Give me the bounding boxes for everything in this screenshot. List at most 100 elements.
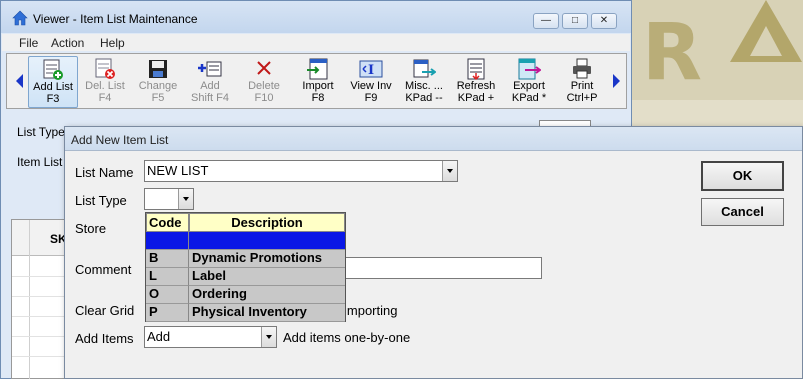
- background-list-type-label: List Type: [17, 125, 65, 139]
- list-type-dropdown-button[interactable]: [178, 189, 193, 209]
- menu-help[interactable]: Help: [100, 36, 125, 50]
- list-name-value: NEW LIST: [147, 163, 209, 178]
- list-type-option[interactable]: [146, 232, 345, 250]
- comment-label: Comment: [75, 262, 132, 277]
- list-type-option[interactable]: B Dynamic Promotions: [146, 250, 345, 268]
- refresh-icon: [467, 58, 485, 80]
- add-items-label: Add Items: [75, 331, 134, 346]
- popup-description-header: Description: [189, 213, 345, 232]
- option-description: [189, 232, 345, 250]
- add-item-icon: [198, 61, 222, 77]
- export-key: KPad *: [511, 92, 547, 104]
- refresh-label: Refresh: [456, 80, 496, 92]
- dialog-title-bar[interactable]: Add New Item List: [65, 127, 802, 151]
- add-shift-label: Add: [200, 80, 220, 92]
- option-description: Ordering: [189, 286, 345, 304]
- refresh-button[interactable]: Refresh KPad +: [451, 56, 501, 108]
- option-code: P: [146, 304, 189, 322]
- export-icon: [518, 58, 541, 80]
- list-type-label: List Type: [75, 193, 127, 208]
- scroll-right-arrow-icon[interactable]: [613, 74, 620, 88]
- delete-button[interactable]: Delete F10: [239, 56, 289, 108]
- delete-label: Delete: [248, 80, 280, 92]
- comment-input[interactable]: [344, 257, 542, 279]
- view-inventory-label: View Inv: [350, 80, 392, 92]
- minimize-button[interactable]: —: [533, 13, 559, 29]
- print-button[interactable]: Print Ctrl+P: [557, 56, 607, 108]
- delete-list-icon: [95, 58, 115, 79]
- change-button[interactable]: Change F5: [133, 56, 183, 108]
- export-label: Export: [513, 80, 545, 92]
- save-disk-icon: [149, 60, 167, 78]
- delete-list-key: F4: [98, 92, 112, 104]
- import-icon: [307, 58, 328, 80]
- print-label: Print: [570, 80, 594, 92]
- add-list-icon: [43, 59, 63, 80]
- ok-button[interactable]: OK: [701, 161, 784, 191]
- chevron-down-icon: [447, 169, 453, 173]
- list-name-combo[interactable]: NEW LIST: [144, 160, 458, 182]
- view-inventory-button[interactable]: I View Inv F9: [346, 56, 396, 108]
- misc-folder-icon: [413, 59, 436, 78]
- svg-text:I: I: [368, 63, 374, 78]
- delete-x-icon: [257, 61, 271, 75]
- import-label: Import: [302, 80, 334, 92]
- add-items-description: Add items one-by-one: [283, 330, 411, 345]
- add-list-button[interactable]: Add List F3: [28, 56, 78, 108]
- list-name-dropdown-button[interactable]: [442, 161, 457, 181]
- list-type-option[interactable]: P Physical Inventory: [146, 304, 345, 322]
- add-items-combo[interactable]: Add: [144, 326, 277, 348]
- option-code: O: [146, 286, 189, 304]
- list-type-option[interactable]: O Ordering: [146, 286, 345, 304]
- toolbar: Add List F3 Del. List F4 Change F5 Add S…: [6, 53, 627, 109]
- add-shift-key: Shift F4: [191, 92, 229, 104]
- option-description: Physical Inventory: [189, 304, 345, 322]
- add-shift-button[interactable]: Add Shift F4: [185, 56, 235, 108]
- clear-grid-description: importing: [344, 303, 398, 318]
- menu-action[interactable]: Action: [51, 36, 84, 50]
- option-description: Dynamic Promotions: [189, 250, 345, 268]
- print-key: Ctrl+P: [566, 92, 598, 104]
- change-label: Change: [138, 80, 178, 92]
- view-inventory-key: F9: [364, 92, 378, 104]
- misc-button[interactable]: Misc. ... KPad --: [399, 56, 449, 108]
- change-key: F5: [151, 92, 165, 104]
- option-code: [146, 232, 189, 250]
- list-type-option[interactable]: L Label: [146, 268, 345, 286]
- menu-file[interactable]: File: [19, 36, 38, 50]
- popup-code-header: Code: [146, 213, 189, 232]
- delete-list-button[interactable]: Del. List F4: [80, 56, 130, 108]
- add-new-item-list-dialog: Add New Item List List Name NEW LIST Lis…: [64, 126, 803, 379]
- title-bar[interactable]: Viewer - Item List Maintenance — □ ✕: [1, 1, 631, 33]
- delete-key: F10: [254, 92, 274, 104]
- list-type-dropdown-list: Code Description B Dynamic Promotions L …: [145, 212, 346, 322]
- background-logo: R: [642, 8, 703, 98]
- add-list-label: Add List: [33, 81, 73, 93]
- add-items-dropdown-button[interactable]: [261, 327, 276, 347]
- add-items-value: Add: [147, 329, 171, 344]
- maximize-button[interactable]: □: [562, 13, 588, 29]
- misc-label: Misc. ...: [405, 80, 443, 92]
- menu-bar: File Action Help: [2, 34, 630, 51]
- option-description: Label: [189, 268, 345, 286]
- store-label: Store: [75, 221, 107, 236]
- delete-list-label: Del. List: [85, 80, 125, 92]
- home-icon: [12, 10, 28, 26]
- scroll-left-arrow-icon[interactable]: [16, 74, 23, 88]
- option-code: B: [146, 250, 189, 268]
- clear-grid-label: Clear Grid: [75, 303, 135, 318]
- close-button[interactable]: ✕: [591, 13, 617, 29]
- export-button[interactable]: Export KPad *: [504, 56, 554, 108]
- option-code: L: [146, 268, 189, 286]
- chevron-down-icon: [183, 197, 189, 201]
- view-inventory-icon: I: [359, 60, 383, 78]
- window-title: Viewer - Item List Maintenance: [33, 12, 198, 26]
- import-key: F8: [311, 92, 325, 104]
- misc-key: KPad --: [405, 92, 443, 104]
- import-button[interactable]: Import F8: [293, 56, 343, 108]
- cancel-button[interactable]: Cancel: [701, 198, 784, 226]
- dialog-title: Add New Item List: [71, 133, 169, 147]
- list-name-label: List Name: [75, 165, 134, 180]
- add-list-key: F3: [46, 93, 60, 105]
- list-type-combo[interactable]: [144, 188, 194, 210]
